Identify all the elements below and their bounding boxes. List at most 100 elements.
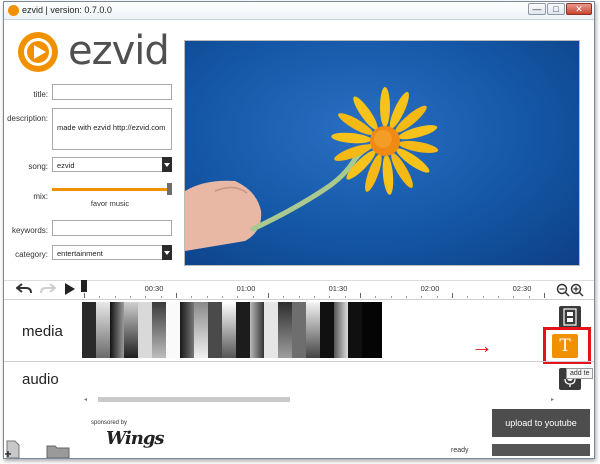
add-text-button[interactable]: T (543, 327, 591, 364)
app-icon (8, 5, 19, 16)
mix-slider-handle[interactable] (167, 183, 172, 195)
zoom-in-icon[interactable] (570, 283, 584, 299)
scroll-right-icon[interactable]: ▸ (551, 396, 554, 403)
clip-frame[interactable] (334, 302, 348, 358)
clip-frame[interactable] (152, 302, 166, 358)
scroll-left-icon[interactable]: ◂ (84, 396, 87, 403)
timeline-scrollbar[interactable]: ◂ ▸ (84, 396, 554, 403)
tick-label: 02:00 (420, 284, 440, 293)
close-button[interactable]: ✕ (566, 3, 592, 15)
ruler-tick (497, 296, 499, 298)
clip-frame[interactable] (222, 302, 236, 358)
clip-frame[interactable] (362, 302, 382, 358)
ruler-tick (329, 296, 331, 298)
ruler-tick (405, 296, 407, 298)
ruler-tick (267, 293, 269, 298)
song-select[interactable]: ezvid (52, 157, 172, 172)
ruler-tick (421, 296, 423, 298)
clip-frame[interactable] (306, 302, 320, 358)
add-file-icon[interactable] (4, 439, 22, 458)
clip-frame[interactable] (82, 302, 96, 358)
ruler-tick (221, 296, 223, 298)
clip-frame[interactable] (348, 302, 362, 358)
ruler-tick (543, 293, 545, 298)
ruler-tick (191, 296, 193, 298)
audio-track-label: audio (22, 371, 59, 388)
ruler-tick (283, 296, 285, 298)
song-label: song: (28, 162, 48, 171)
song-value: ezvid (57, 161, 75, 170)
sponsor-logo[interactable]: Wings (106, 428, 165, 449)
mix-label: mix: (33, 192, 48, 201)
mix-caption: favor music (90, 199, 130, 208)
upload-to-youtube-button[interactable]: upload to youtube (492, 409, 590, 437)
ruler-tick (99, 296, 101, 298)
chevron-down-icon[interactable] (162, 245, 172, 260)
ruler-tick (160, 296, 162, 298)
redo-arrow-icon[interactable] (40, 282, 57, 298)
description-label: description: (7, 114, 48, 123)
category-select[interactable]: entertainment (52, 245, 172, 260)
add-text-icon: T (552, 334, 578, 358)
ruler-tick (313, 296, 315, 298)
clip-frame[interactable] (124, 302, 138, 358)
video-preview[interactable] (184, 40, 580, 266)
media-track-label: media (22, 323, 63, 340)
time-ruler[interactable]: 00:30 01:00 01:30 02:00 02:30 (84, 284, 560, 298)
ruler-tick (114, 296, 116, 298)
tick-label: 02:30 (512, 284, 532, 293)
preview-image (185, 87, 439, 251)
ruler-tick (467, 296, 469, 298)
clip-frame[interactable] (250, 302, 264, 358)
keywords-field[interactable] (52, 220, 172, 236)
clip-frame[interactable] (236, 302, 250, 358)
chevron-down-icon[interactable] (162, 157, 172, 172)
clip-frame[interactable] (138, 302, 152, 358)
folder-icon[interactable] (46, 443, 70, 458)
description-field[interactable]: made with ezvid http://ezvid.com (52, 108, 172, 150)
film-strip-icon[interactable] (559, 306, 581, 328)
ruler-tick (359, 293, 361, 298)
ruler-tick (206, 296, 208, 298)
minimize-button[interactable]: — (528, 3, 546, 15)
window-title: ezvid | version: 0.7.0.0 (22, 5, 112, 15)
clip-frame[interactable] (208, 302, 222, 358)
add-text-tooltip: add te (566, 368, 594, 379)
ruler-tick (252, 296, 254, 298)
undo-arrow-icon[interactable] (15, 282, 32, 298)
clip-frame[interactable] (96, 302, 110, 358)
maximize-button[interactable]: □ (547, 3, 565, 15)
zoom-out-icon[interactable] (556, 283, 570, 299)
ruler-tick (298, 296, 300, 298)
ruler-tick (513, 296, 515, 298)
play-logo-icon (18, 32, 58, 72)
clip-frame[interactable] (194, 302, 208, 358)
ruler-tick (528, 296, 530, 298)
ruler-tick (344, 296, 346, 298)
ruler-tick (390, 296, 392, 298)
mix-slider-track[interactable] (52, 188, 170, 191)
clip-frame[interactable] (166, 302, 180, 358)
title-field[interactable] (52, 84, 172, 100)
clip-frame[interactable] (278, 302, 292, 358)
ezvid-logo: ezvid (16, 28, 176, 74)
clip-frame[interactable] (180, 302, 194, 358)
audio-track[interactable]: audio (4, 361, 594, 397)
title-label: title: (33, 90, 48, 99)
category-value: entertainment (57, 249, 103, 258)
play-icon[interactable] (64, 282, 76, 298)
media-clips[interactable] (82, 302, 382, 358)
tick-label: 01:00 (236, 284, 256, 293)
clip-frame[interactable] (320, 302, 334, 358)
scrollbar-thumb[interactable] (98, 397, 290, 402)
title-bar: ezvid | version: 0.7.0.0 — □ ✕ (4, 2, 594, 20)
ruler-tick (375, 296, 377, 298)
clip-frame[interactable] (292, 302, 306, 358)
tick-label: 01:30 (328, 284, 348, 293)
ruler-tick (129, 296, 131, 298)
clip-frame[interactable] (110, 302, 124, 358)
ruler-tick (482, 296, 484, 298)
clip-frame[interactable] (264, 302, 278, 358)
progress-bar (492, 444, 590, 456)
status-text: ready (451, 447, 469, 454)
